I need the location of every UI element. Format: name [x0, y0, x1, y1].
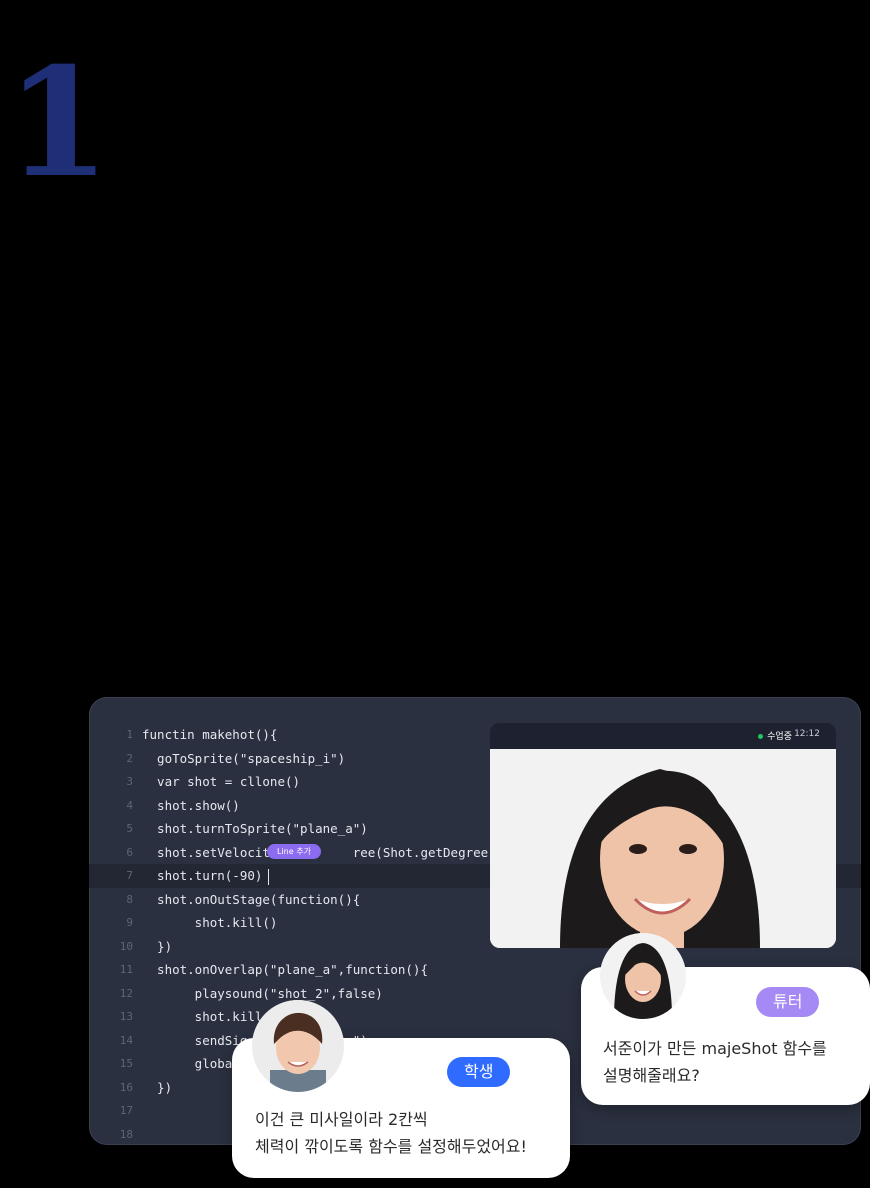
step-number: 1: [6, 35, 110, 211]
line-number: 8: [126, 892, 133, 906]
code-text: goToSprite("spaceship_i"): [142, 750, 346, 766]
tutor-face-icon: [600, 933, 686, 1019]
line-number: 14: [119, 1033, 133, 1047]
code-text: shot.turnToSprite("plane_a"): [142, 821, 368, 836]
student-message: 이건 큰 미사일이라 2칸씩 체력이 깎이도록 함수를 설정해두었어요!: [255, 1110, 527, 1156]
live-dot-icon: [758, 734, 764, 739]
code-text: }): [142, 1079, 173, 1095]
line-number: 2: [126, 751, 133, 765]
line-number: 4: [126, 798, 133, 812]
line-number: 15: [119, 1057, 133, 1070]
code-text: var shot = cllone(): [142, 774, 301, 789]
class-status-label: 수업중: [767, 732, 792, 742]
code-text: playsound("shot_2",false): [142, 985, 383, 1001]
line-number: 18: [119, 1127, 133, 1141]
code-text: shot.turn(-90): [142, 864, 270, 888]
code-text: shot.kill: [142, 1009, 263, 1024]
line-number: 3: [126, 775, 133, 788]
line-number: 6: [126, 845, 133, 859]
student-face-icon: [252, 1000, 344, 1092]
code-text: shot.onOutStage(function(){: [142, 891, 361, 907]
student-role-badge: 학생: [447, 1057, 511, 1087]
line-number: 9: [126, 916, 133, 929]
text-cursor: [268, 868, 270, 885]
line-number: 10: [119, 939, 133, 953]
video-status-bar: 수업중 12:12: [490, 723, 836, 749]
video-call-window[interactable]: 수업중 12:12: [490, 723, 836, 948]
tutor-role-badge: 튜터: [756, 987, 820, 1017]
class-status: 수업중: [758, 729, 792, 742]
code-text: functin makehot(){: [142, 727, 278, 742]
line-number: 7: [126, 869, 133, 882]
student-avatar: [252, 1000, 344, 1092]
code-text-value: shot.turn(-90): [142, 868, 263, 883]
call-time: 12:12: [794, 729, 820, 739]
line-number: 16: [119, 1080, 133, 1094]
line-number: 1: [126, 728, 133, 741]
line-number: 17: [119, 1104, 133, 1117]
code-text: }): [142, 938, 173, 954]
tutor-message: 서준이가 만든 majeShot 함수를 설명해줄래요?: [603, 1039, 827, 1085]
code-text: shot.kill(): [142, 915, 278, 930]
line-number: 13: [119, 1010, 133, 1023]
line-add-tag: Line 추가: [267, 843, 321, 859]
code-text: shot.setVelocit ree(Shot.getDegree(),: [142, 844, 511, 860]
tutor-video-feed: [490, 749, 836, 948]
line-number: 11: [119, 963, 133, 976]
code-text: global: [142, 1056, 240, 1071]
code-text: shot.show(): [142, 797, 240, 813]
line-number: 5: [126, 822, 133, 835]
tutor-avatar: [600, 933, 686, 1019]
line-number: 12: [119, 986, 133, 1000]
tutor-portrait-icon: [490, 749, 836, 948]
code-text: shot.onOverlap("plane_a",function(){: [142, 962, 428, 977]
